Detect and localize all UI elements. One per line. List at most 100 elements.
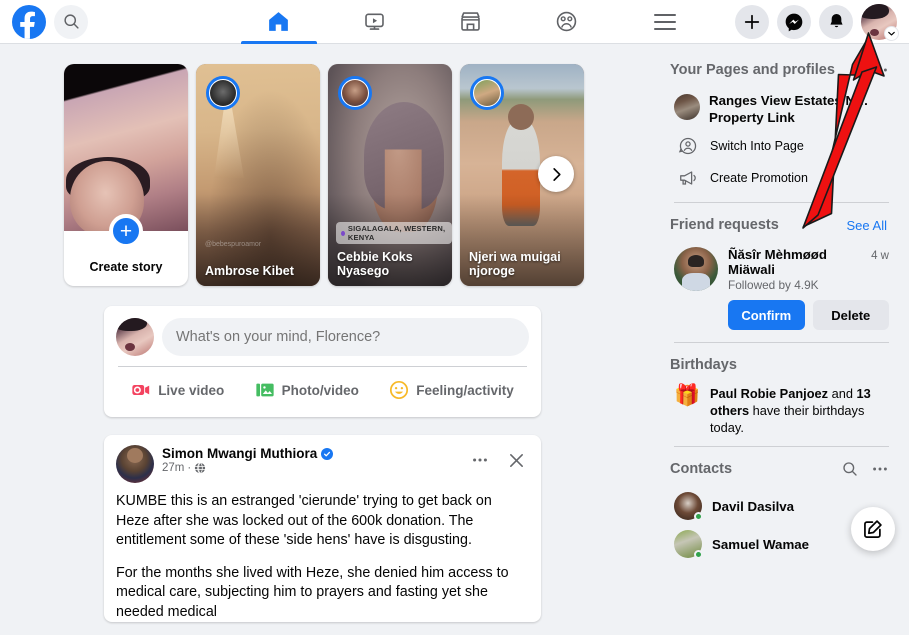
gift-icon: 🎁: [674, 384, 701, 407]
contacts-actions: [837, 456, 893, 482]
friend-request-avatar[interactable]: [674, 247, 718, 291]
page-avatar: [674, 94, 700, 120]
header-right-group: [645, 2, 909, 42]
post-author-meta: Simon Mwangi Muthiora 27m ·: [162, 445, 459, 474]
sidebar-divider: [674, 342, 889, 343]
page-body: + Create story @bebespuroamor Ambrose Ki…: [0, 44, 909, 622]
feed-column: + Create story @bebespuroamor Ambrose Ki…: [64, 64, 584, 635]
post-composer: Live video Photo/video: [104, 306, 541, 417]
confirm-button[interactable]: Confirm: [728, 300, 805, 330]
plus-icon: [744, 14, 760, 29]
birthday-and: and: [828, 386, 857, 401]
top-navigation-bar: [0, 0, 909, 44]
nav-tab-groups[interactable]: [519, 0, 615, 44]
page-item[interactable]: Ranges View Estates N… Property Link: [670, 88, 893, 130]
location-pin-icon: [341, 230, 345, 236]
create-story-card[interactable]: + Create story: [64, 64, 188, 286]
megaphone-icon: [680, 171, 696, 185]
switch-into-page-button[interactable]: Switch Into Page: [670, 130, 893, 162]
friend-request-time: 4 w: [871, 250, 889, 262]
friend-requests-header: Friend requests See All: [670, 211, 893, 239]
verified-badge-icon: [321, 447, 334, 460]
post-tools: [467, 445, 529, 473]
search-button[interactable]: [54, 4, 88, 39]
composer-divider: [118, 366, 527, 367]
nav-tab-marketplace[interactable]: [423, 0, 519, 44]
create-story-label: Create story: [89, 260, 163, 274]
nav-tab-video[interactable]: [327, 0, 423, 44]
post-more-options-button[interactable]: [467, 447, 493, 473]
contact-name: Samuel Wamae: [712, 536, 810, 552]
friend-request-info: Ñăsîr Mèhmøød Miäwali 4 w Followed by 4.…: [728, 247, 889, 330]
online-status-dot: [694, 512, 703, 521]
more-options-icon: [873, 68, 887, 72]
story-location-text: SIGALAGALA, WESTERN, KENYA: [347, 224, 446, 242]
video-icon: [365, 13, 384, 30]
contact-avatar: [674, 492, 703, 521]
feeling-activity-icon: [390, 380, 409, 400]
groups-icon: [556, 11, 577, 32]
page-name: Ranges View Estates N… Property Link: [709, 93, 869, 125]
post-author-name[interactable]: Simon Mwangi Muthiora: [162, 446, 317, 461]
more-options-icon: [873, 467, 887, 471]
photo-video-label: Photo/video: [281, 382, 359, 398]
friend-request-name[interactable]: Ñăsîr Mèhmøød Miäwali: [728, 247, 865, 277]
delete-button[interactable]: Delete: [812, 300, 889, 330]
facebook-logo[interactable]: [12, 4, 46, 39]
contact-name: Davil Dasilva: [712, 498, 795, 514]
story-author-avatar: [338, 76, 372, 110]
live-video-icon: [132, 385, 150, 395]
friend-request-item: Ñăsîr Mèhmøød Miäwali 4 w Followed by 4.…: [670, 243, 893, 334]
new-message-icon: [864, 520, 882, 538]
story-card[interactable]: @bebespuroamor Ambrose Kibet: [196, 64, 320, 286]
friend-requests-see-all-link[interactable]: See All: [841, 214, 893, 237]
messenger-button[interactable]: [777, 4, 811, 39]
menu-button[interactable]: [645, 2, 685, 42]
composer-row: [116, 318, 529, 356]
story-author-avatar: [206, 76, 240, 110]
sidebar-divider: [674, 446, 889, 447]
post-header: Simon Mwangi Muthiora 27m ·: [116, 445, 529, 483]
pages-section-title: Your Pages and profiles: [670, 62, 835, 78]
post-separator: ·: [187, 462, 192, 474]
live-video-button[interactable]: Live video: [122, 373, 233, 407]
composer-actions: Live video Photo/video Feeling/activity: [116, 371, 529, 411]
new-message-button[interactable]: [851, 507, 895, 551]
create-promotion-button[interactable]: Create Promotion: [670, 162, 893, 194]
birthday-item[interactable]: 🎁 Paul Robie Panjoez and 13 others have …: [670, 383, 893, 438]
right-sidebar: Your Pages and profiles Ranges View Esta…: [660, 44, 909, 563]
friend-request-meta: Followed by 4.9K: [728, 278, 819, 292]
composer-input[interactable]: [162, 318, 529, 356]
pages-more-options-button[interactable]: [867, 57, 893, 83]
sidebar-divider: [674, 202, 889, 203]
marketplace-icon: [461, 12, 480, 31]
post-close-button[interactable]: [503, 447, 529, 473]
nav-tab-home[interactable]: [231, 0, 327, 44]
post-paragraph: For the months she lived with Heze, she …: [116, 564, 509, 620]
post-author-avatar[interactable]: [116, 445, 154, 483]
messenger-icon: [785, 13, 803, 31]
contacts-search-button[interactable]: [837, 456, 863, 482]
story-location-badge: SIGALAGALA, WESTERN, KENYA: [336, 222, 452, 244]
header-left-group: [0, 4, 200, 39]
account-chevron-down-icon[interactable]: [884, 25, 899, 41]
story-name: Njeri wa muigai njoroge: [469, 250, 561, 278]
chevron-right-icon: [552, 167, 561, 181]
create-story-thumbnail: [64, 64, 188, 231]
notifications-button[interactable]: [819, 4, 853, 39]
photo-video-button[interactable]: Photo/video: [246, 373, 368, 407]
feeling-activity-button[interactable]: Feeling/activity: [380, 373, 523, 407]
post-time[interactable]: 27m: [162, 462, 184, 474]
story-name: Cebbie Koks Nyasego: [337, 250, 413, 278]
friend-requests-title: Friend requests: [670, 217, 779, 233]
contacts-more-options-button[interactable]: [867, 456, 893, 482]
composer-user-avatar[interactable]: [116, 318, 154, 356]
profile-avatar[interactable]: [861, 3, 899, 41]
story-card[interactable]: SIGALAGALA, WESTERN, KENYA Cebbie Koks N…: [328, 64, 452, 286]
create-button[interactable]: [735, 4, 769, 39]
stories-next-button[interactable]: [538, 156, 574, 192]
friend-request-buttons: Confirm Delete: [728, 300, 889, 330]
feeling-activity-label: Feeling/activity: [416, 382, 514, 398]
create-promotion-label: Create Promotion: [710, 171, 808, 185]
globe-icon: [195, 462, 206, 474]
